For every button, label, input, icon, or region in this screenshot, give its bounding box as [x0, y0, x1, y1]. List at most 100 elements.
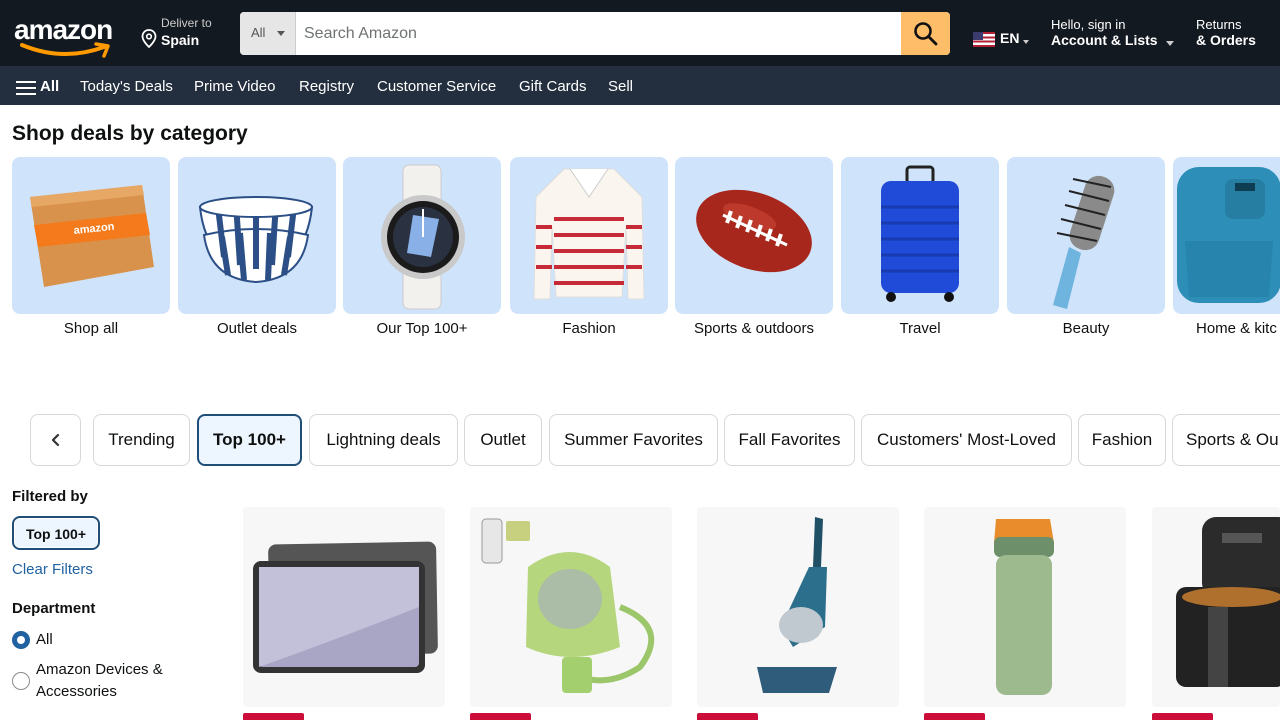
pill-label: Summer Favorites [564, 430, 703, 449]
category-label: Outlet deals [216, 320, 298, 337]
pill-trending[interactable]: Trending [93, 414, 190, 466]
returns-label: Returns [1196, 17, 1242, 32]
account-label: Account & Lists [1051, 32, 1158, 48]
deal-badge [1152, 713, 1213, 720]
chevron-down-icon [1166, 41, 1174, 46]
language-code: EN [1000, 30, 1020, 46]
pill-sports-outdoors[interactable]: Sports & Ou [1172, 414, 1280, 466]
category-label: Beauty [1062, 320, 1110, 337]
product-card-tablet[interactable] [243, 507, 445, 707]
upright-vacuum-image [757, 517, 837, 693]
radio-all[interactable] [12, 631, 30, 649]
striped-bowls-image [198, 196, 314, 284]
pill-label: Top 100+ [213, 430, 286, 449]
pill-summer-favorites[interactable]: Summer Favorites [549, 414, 718, 466]
pill-label: Customers' Most-Loved [877, 430, 1056, 449]
category-label: Our Top 100+ [376, 320, 468, 337]
radio-label-amazon-devices[interactable]: Amazon Devices & Accessories [36, 659, 206, 703]
active-filter-chip[interactable]: Top 100+ [12, 516, 100, 550]
chevron-left-icon [51, 433, 60, 447]
pill-label: Outlet [480, 430, 526, 449]
category-label: Home & kitc [1196, 320, 1277, 337]
category-label: Sports & outdoors [693, 320, 815, 337]
sub-nav-bar [0, 66, 1280, 105]
returns-orders[interactable]: Returns & Orders [1196, 17, 1276, 53]
striped-sweater-image [533, 168, 645, 300]
search-bar: All [240, 12, 950, 55]
pills-prev-button[interactable] [30, 414, 81, 466]
pill-label: Sports & Ou [1186, 430, 1279, 449]
department-title: Department [12, 600, 96, 617]
filtered-by-title: Filtered by [12, 488, 88, 505]
suitcase-image [881, 165, 959, 302]
nav-link-prime-video[interactable]: Prime Video [194, 78, 275, 95]
category-fashion[interactable]: Fashion [510, 157, 668, 337]
pill-outlet[interactable]: Outlet [464, 414, 542, 466]
category-shop-all[interactable]: amazon Shop all [12, 157, 170, 337]
category-our-top-100[interactable]: Our Top 100+ [343, 157, 501, 337]
nav-link-registry[interactable]: Registry [299, 78, 354, 95]
pill-label: Trending [108, 430, 175, 449]
category-sports-outdoors[interactable]: Sports & outdoors [675, 157, 833, 337]
nav-link-customer-service[interactable]: Customer Service [377, 78, 496, 95]
radio-label-all[interactable]: All [36, 629, 53, 651]
smartwatch-image [381, 164, 465, 310]
product-card-upright-vacuum[interactable] [697, 507, 899, 707]
us-flag-icon [973, 32, 995, 47]
category-beauty[interactable]: Beauty [1007, 157, 1165, 337]
product-card-air-fryer[interactable] [1152, 507, 1280, 707]
air-fryer-image [1177, 167, 1280, 303]
nav-link-gift-cards[interactable]: Gift Cards [519, 78, 587, 95]
category-label: Travel [899, 320, 941, 337]
product-card-carpet-cleaner[interactable] [470, 507, 672, 707]
search-category-dropdown[interactable]: All [240, 12, 296, 55]
search-category-label: All [251, 25, 266, 40]
pill-fashion[interactable]: Fashion [1078, 414, 1166, 466]
deal-badge [697, 713, 758, 720]
category-outlet-deals[interactable]: Outlet deals [178, 157, 336, 337]
deliver-label: Deliver to [161, 16, 212, 30]
radio-amazon-devices[interactable] [12, 672, 30, 690]
carpet-cleaner-image [481, 518, 655, 693]
category-label: Fashion [562, 320, 616, 337]
deal-badge [924, 713, 985, 720]
filter-chip-label: Top 100+ [25, 526, 87, 542]
product-card-water-bottle[interactable] [924, 507, 1126, 707]
deal-badge [470, 713, 531, 720]
hamburger-menu-icon[interactable] [16, 80, 36, 96]
category-label: Shop all [63, 320, 119, 337]
category-home-kitchen[interactable]: Home & kitc [1173, 157, 1280, 337]
section-title: Shop deals by category [12, 122, 248, 145]
deal-badge [243, 713, 304, 720]
search-icon [914, 22, 938, 46]
hair-brush-dryer-image [1053, 175, 1115, 309]
pill-label: Fall Favorites [738, 430, 841, 449]
orders-label: & Orders [1196, 32, 1256, 48]
pill-fall-favorites[interactable]: Fall Favorites [724, 414, 855, 466]
chevron-down-icon [1023, 40, 1029, 44]
search-input[interactable] [296, 12, 901, 55]
account-lists[interactable]: Hello, sign in Account & Lists [1051, 17, 1181, 53]
pill-top-100[interactable]: Top 100+ [197, 414, 302, 466]
nav-link-todays-deals[interactable]: Today's Deals [80, 78, 173, 95]
category-travel[interactable]: Travel [841, 157, 999, 337]
air-fryer-image [1176, 517, 1280, 687]
water-bottle-image [994, 519, 1054, 695]
nav-all-button[interactable]: All [40, 78, 59, 95]
account-greeting: Hello, sign in [1051, 17, 1126, 32]
pill-lightning-deals[interactable]: Lightning deals [309, 414, 458, 466]
football-image [696, 189, 812, 273]
tablet-image [253, 541, 438, 673]
pill-customers-most-loved[interactable]: Customers' Most-Loved [861, 414, 1072, 466]
logo-smile-icon [20, 42, 110, 58]
amazon-logo[interactable]: amazon [14, 14, 124, 58]
amazon-box-image: amazon [30, 185, 154, 287]
pill-label: Fashion [1091, 430, 1153, 449]
search-button[interactable] [901, 12, 950, 55]
clear-filters-link[interactable]: Clear Filters [12, 561, 93, 578]
nav-link-sell[interactable]: Sell [608, 78, 633, 95]
pill-label: Lightning deals [326, 430, 441, 449]
location-pin-icon [141, 29, 157, 48]
deliver-location: Spain [161, 32, 200, 48]
chevron-down-icon [277, 31, 285, 36]
